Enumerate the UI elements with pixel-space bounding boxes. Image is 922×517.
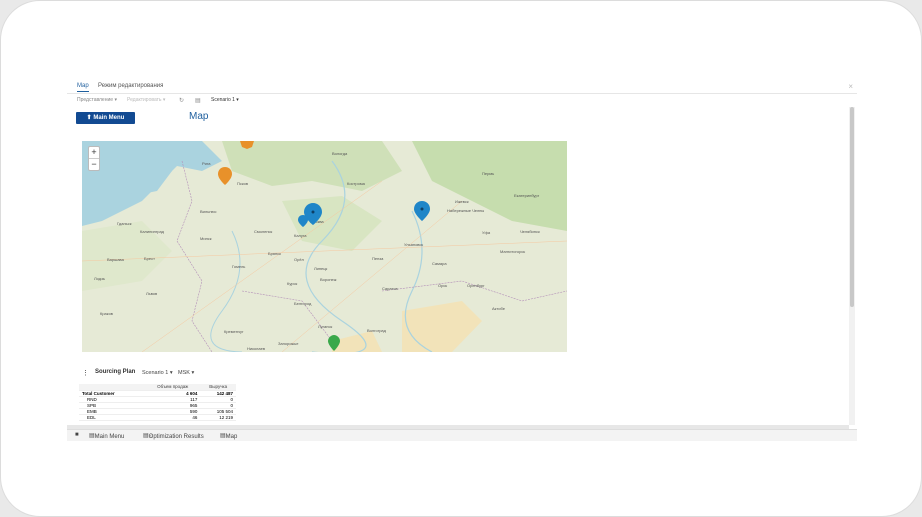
bottom-tab-map[interactable]: ▤ Map ×: [220, 432, 237, 440]
scenario-dropdown[interactable]: Scenario 1 ▾: [211, 97, 239, 103]
close-icon[interactable]: ×: [149, 434, 153, 440]
city-label: Гомель: [232, 264, 246, 269]
zoom-out-button[interactable]: −: [89, 159, 99, 171]
city-label: Орск: [438, 283, 448, 288]
city-label: Белгород: [294, 301, 312, 306]
city-label: Брест: [144, 256, 155, 261]
city-label: Самара: [432, 261, 447, 266]
map-marker[interactable]: [298, 215, 308, 227]
city-label: Ижевск: [455, 199, 469, 204]
city-label: Липецк: [314, 266, 328, 271]
revenue-cell: 12 219: [200, 414, 236, 421]
close-icon[interactable]: ×: [848, 82, 853, 91]
city-label: Запорожье: [278, 341, 299, 346]
page-title: Map: [189, 111, 209, 122]
city-label: Вологда: [332, 151, 348, 156]
map-marker[interactable]: [218, 167, 232, 185]
map-marker[interactable]: [414, 201, 430, 221]
close-icon[interactable]: ×: [226, 434, 230, 440]
city-label: Волгоград: [367, 328, 386, 333]
city-label: Николаев: [247, 346, 265, 351]
edit-dropdown[interactable]: Редактировать ▾: [127, 97, 165, 103]
city-label: Курск: [287, 281, 298, 286]
close-icon[interactable]: ×: [95, 434, 99, 440]
save-icon[interactable]: ▤: [195, 97, 201, 104]
main-content: ⬆ Main Menu Map + − Вологда Кострома Пер…: [67, 107, 849, 425]
top-tab-bar: Map Режим редактирования ×: [67, 80, 857, 94]
city-label: Краков: [100, 311, 113, 316]
city-label: Варшава: [107, 257, 124, 262]
sourcing-plan-table: Объем продаж Выручка Total Customer 4 60…: [79, 384, 236, 421]
city-label: Набережные Челны: [447, 208, 485, 213]
sourcing-plan-title: Sourcing Plan: [95, 369, 136, 375]
sourcing-scenario-dropdown[interactable]: Scenario 1 ▾: [142, 370, 173, 376]
city-label: Минск: [200, 236, 212, 241]
city-label: Пермь: [482, 171, 495, 176]
city-label: Саратов: [382, 286, 398, 291]
city-label: Актобе: [492, 306, 505, 311]
scrollbar-thumb[interactable]: [850, 107, 854, 307]
city-label: Воронеж: [320, 277, 337, 282]
zoom-control: + −: [88, 146, 100, 171]
city-label: Калининград: [140, 229, 165, 234]
vertical-scrollbar[interactable]: [849, 107, 855, 425]
city-label: Гданьск: [117, 221, 132, 226]
more-icon[interactable]: ⋮: [82, 369, 89, 377]
zoom-in-button[interactable]: +: [89, 147, 99, 159]
volume-cell: 46: [145, 414, 201, 421]
city-label: Екатеринбург: [514, 193, 540, 198]
city-label: Пенза: [372, 256, 384, 261]
city-label: Луганск: [318, 324, 333, 329]
tab-map[interactable]: Map: [77, 83, 89, 92]
tab-edit-mode[interactable]: Режим редактирования: [98, 83, 163, 89]
city-label: Брянск: [268, 251, 281, 256]
main-menu-button[interactable]: ⬆ Main Menu: [76, 112, 135, 124]
city-label: Калуга: [294, 233, 307, 238]
map-view[interactable]: + − Вологда Кострома Пермь Ижевск Набере…: [82, 141, 567, 352]
city-label: Львов: [146, 291, 158, 296]
presentation-dropdown[interactable]: Представление ▾: [77, 97, 117, 103]
city-label: Псков: [237, 181, 249, 186]
city-label: Оренбург: [467, 283, 485, 288]
refresh-icon[interactable]: ↻: [179, 97, 184, 104]
bottom-tab-optimization-results[interactable]: ▤ Optimization Results ×: [143, 432, 204, 440]
city-label: Орёл: [294, 257, 304, 262]
city-label: Магнитогорск: [500, 249, 526, 254]
map-marker[interactable]: [328, 335, 340, 351]
city-label: Кострома: [347, 181, 365, 186]
sourcing-currency-dropdown[interactable]: MSK ▾: [178, 370, 194, 376]
city-label: Челябинск: [520, 229, 540, 234]
city-label: Лодзь: [94, 276, 106, 281]
bottom-tab-bar: ■ ▤ Main Menu × ▤ Optimization Results ×…: [67, 429, 857, 441]
city-label: Кременчуг: [224, 329, 244, 334]
map-background: [82, 141, 567, 352]
screenshot-frame: Map Режим редактирования × Представление…: [0, 0, 922, 517]
city-label: Смоленск: [254, 229, 273, 234]
city-label: Уфа: [482, 230, 491, 235]
row-name: EDL: [79, 414, 145, 421]
table-row: EDL 46 12 219: [79, 414, 236, 421]
map-marker[interactable]: [240, 141, 254, 149]
bottom-tab-main-menu[interactable]: ▤ Main Menu ×: [89, 432, 124, 440]
bookmark-icon[interactable]: ■: [75, 432, 79, 438]
app-window: Map Режим редактирования × Представление…: [67, 80, 857, 442]
toolbar: Представление ▾ Редактировать ▾ ↻ ▤ Scen…: [67, 95, 857, 107]
city-label: Ульяновск: [404, 242, 424, 247]
city-label: Рига: [202, 161, 211, 166]
city-label: Вильнюс: [200, 209, 217, 214]
